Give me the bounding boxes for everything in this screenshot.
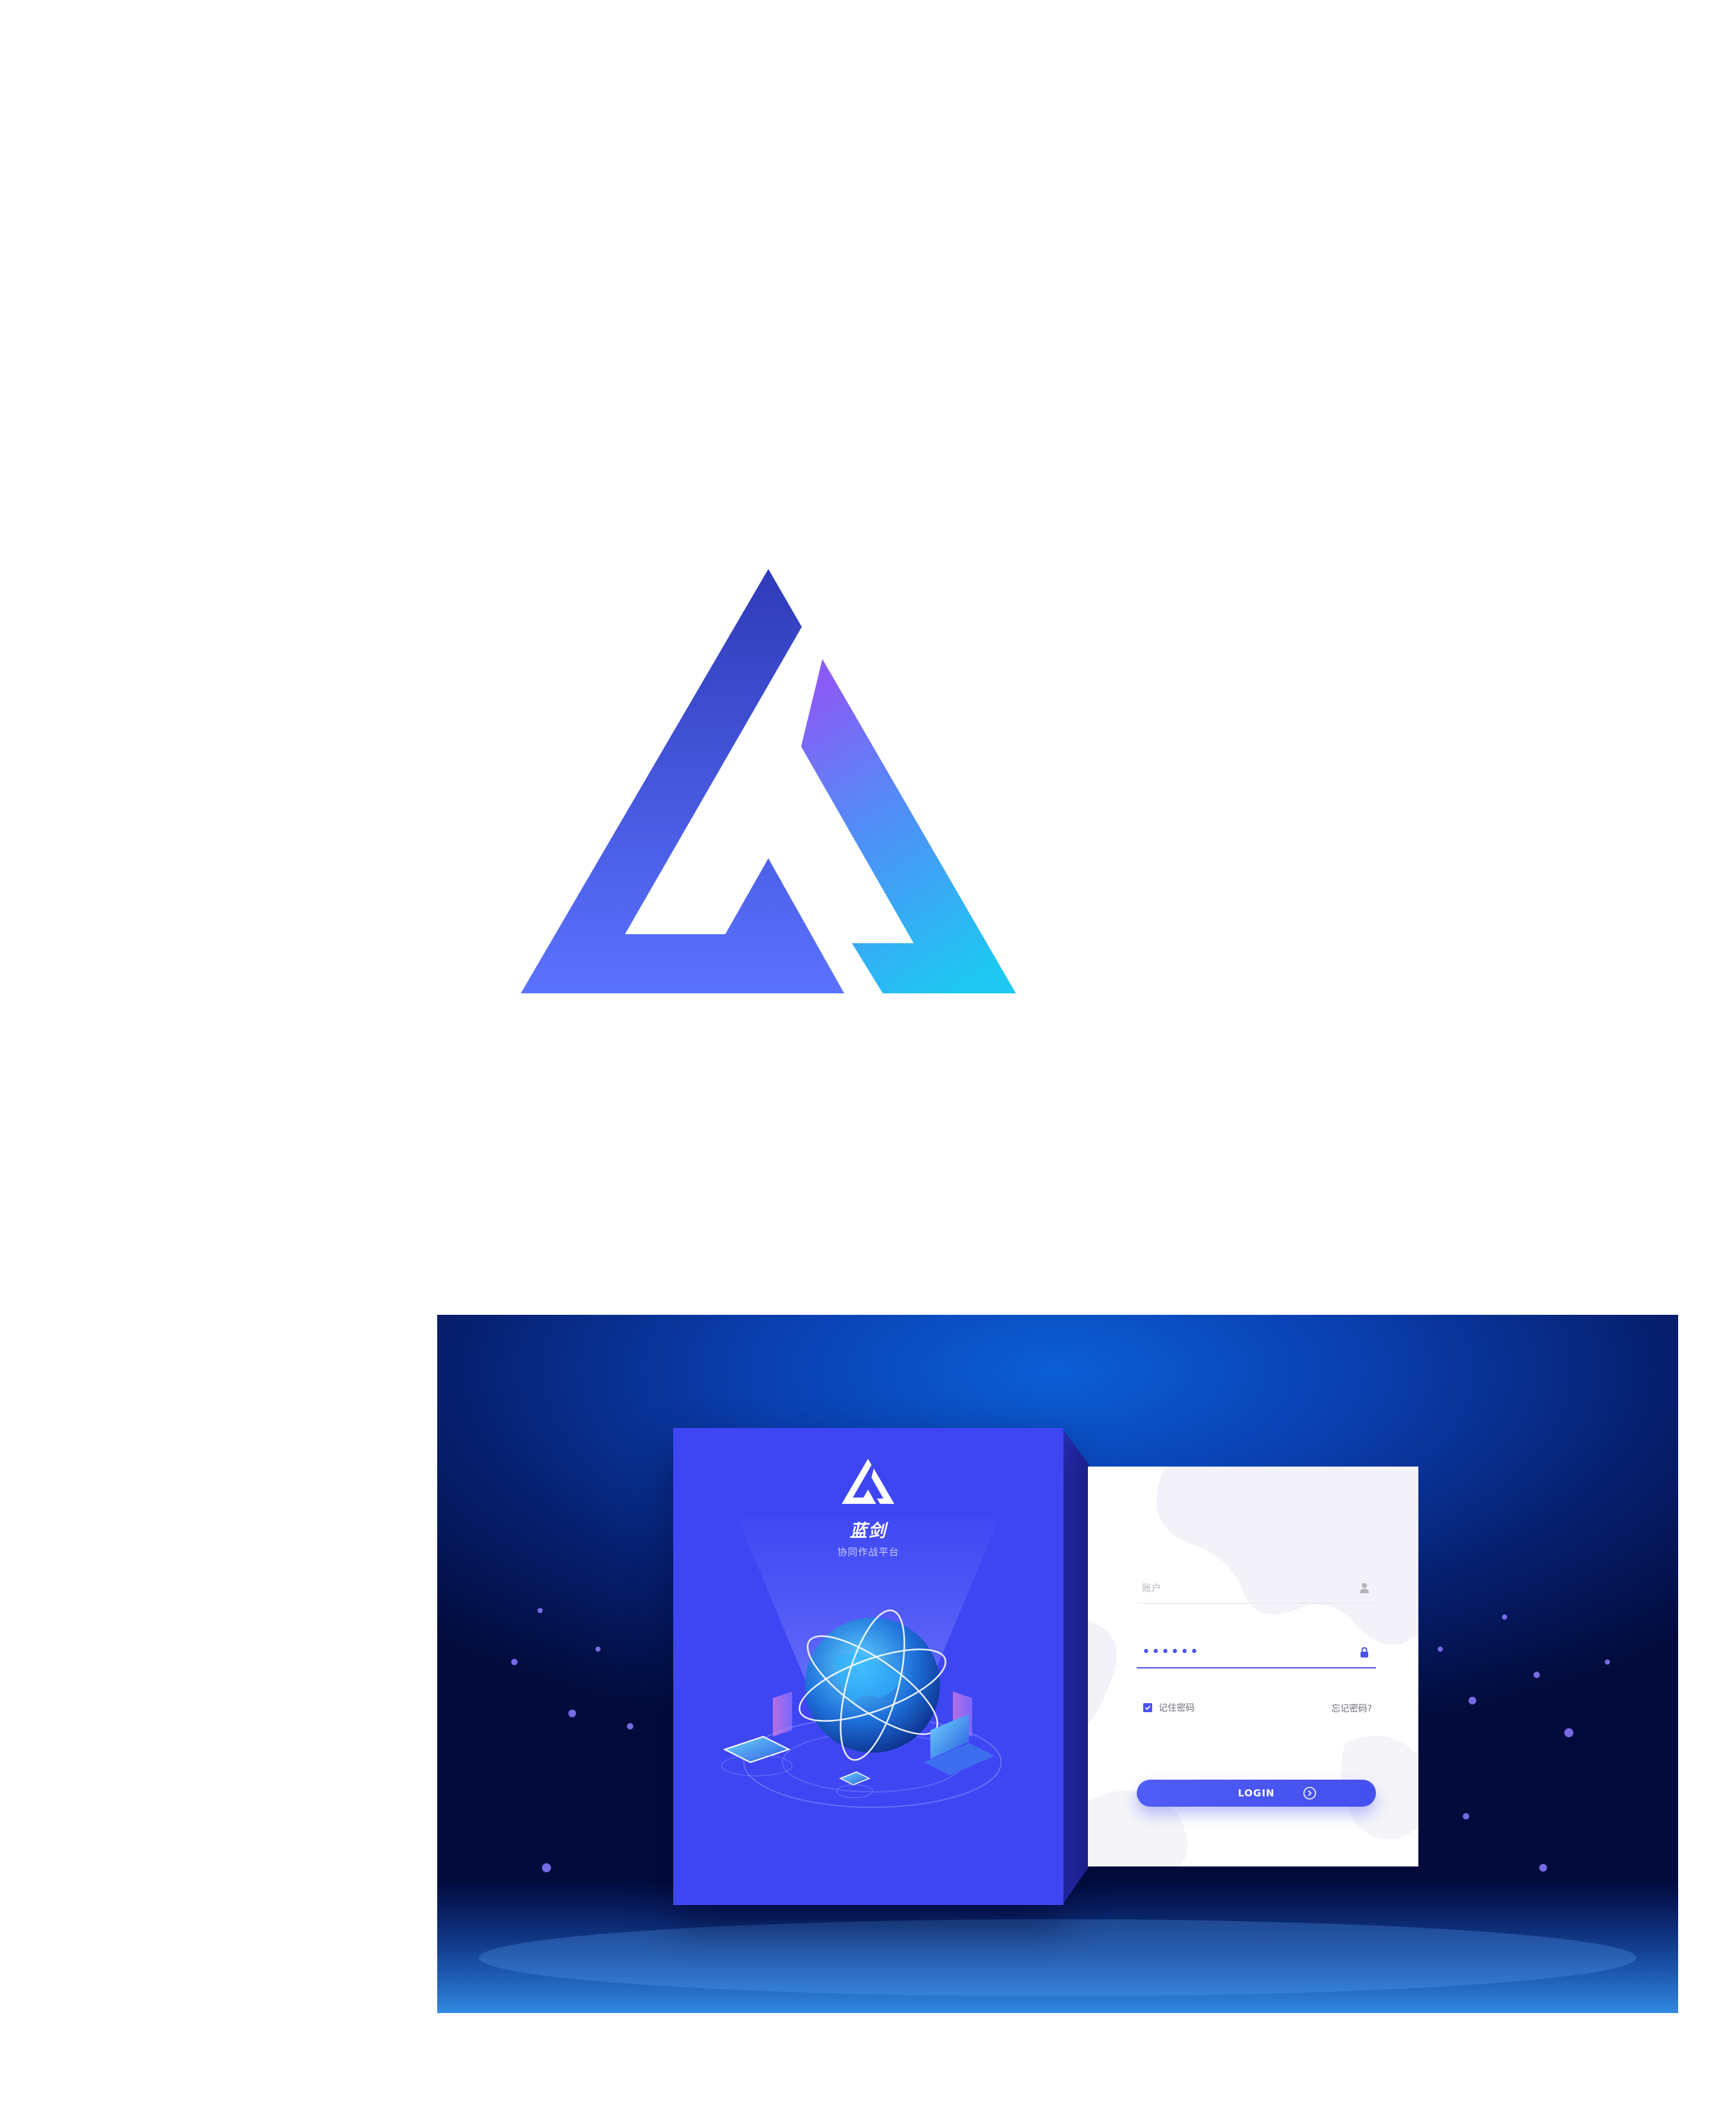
remember-checkbox[interactable] (1143, 1703, 1152, 1712)
password-field[interactable]: •••••• (1137, 1639, 1376, 1668)
card-fold-edge (1062, 1428, 1089, 1905)
arrow-right-circle-icon (1303, 1787, 1316, 1800)
account-field[interactable] (1137, 1575, 1376, 1604)
login-button-label: LOGIN (1238, 1787, 1275, 1799)
forgot-password-link[interactable]: 忘记密码? (1332, 1702, 1372, 1715)
brand-logo-large (521, 569, 1016, 993)
password-input[interactable]: •••••• (1142, 1645, 1200, 1659)
remember-password[interactable]: 记住密码 (1143, 1700, 1195, 1715)
account-input[interactable] (1142, 1580, 1335, 1596)
globe-network-illustration (721, 1609, 1002, 1808)
user-icon (1360, 1583, 1369, 1593)
login-panel: •••••• 记住密码 忘记密码? LOGIN (1088, 1467, 1418, 1866)
brand-tagline: 协同作战平台 (837, 1546, 900, 1558)
login-button[interactable]: LOGIN (1137, 1780, 1376, 1807)
brand-logo-small (842, 1459, 894, 1504)
brand-logo-mark (521, 569, 1016, 993)
brand-name: 蓝剑 (849, 1521, 887, 1541)
lock-icon (1361, 1647, 1368, 1658)
check-icon (1144, 1705, 1151, 1710)
remember-label: 记住密码 (1159, 1703, 1195, 1713)
brand-card: 蓝剑 协同作战平台 (673, 1428, 1063, 1905)
login-screen: 蓝剑 协同作战平台 账户 •••••• 记住密码 忘记密码? LOGIN (437, 1315, 1678, 2013)
